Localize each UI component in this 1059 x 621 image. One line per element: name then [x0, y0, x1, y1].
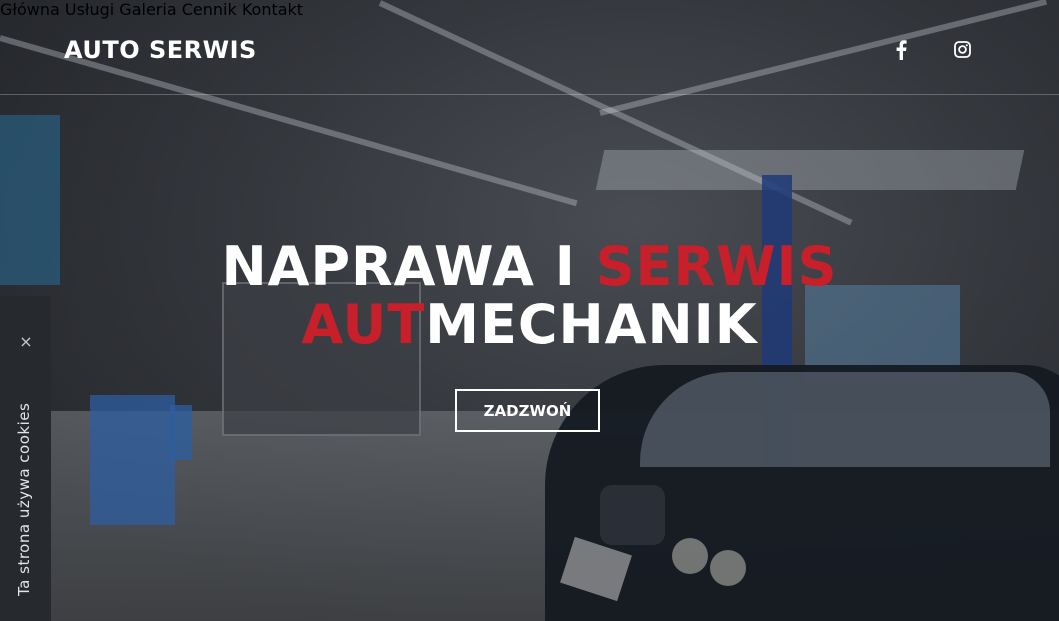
close-icon[interactable]: × [18, 334, 34, 350]
nav-item-galeria[interactable]: Galeria [119, 0, 176, 19]
call-button[interactable]: ZADZWOŃ [455, 389, 600, 432]
lift-top [595, 150, 1025, 190]
car-grille [600, 485, 665, 545]
car-headlight [710, 550, 746, 586]
car-windshield [640, 372, 1050, 467]
balancer-machine [170, 405, 192, 460]
instagram-icon[interactable] [954, 41, 974, 61]
nav-item-uslugi[interactable]: Usługi [65, 0, 114, 19]
hero-title-line1: NAPRAWA I SERWIS [0, 240, 1059, 294]
nav-item-kontakt[interactable]: Kontakt [242, 0, 303, 19]
facebook-icon[interactable] [894, 40, 914, 60]
hero-title-accent: SERWIS [595, 235, 838, 298]
site-logo[interactable]: AUTO SERWIS [64, 36, 257, 64]
hero-title-white: NAPRAWA I [221, 235, 596, 298]
nav-item-glowna[interactable]: Główna [0, 0, 60, 19]
hero-title-line2: AUTMECHANIK [0, 298, 1059, 352]
hero-title-accent: AUT [301, 293, 426, 356]
nav-item-cennik[interactable]: Cennik [182, 0, 237, 19]
car-headlight [672, 538, 708, 574]
cookie-message: Ta strona używa cookies [15, 402, 33, 596]
hero-title-white: MECHANIK [425, 293, 758, 356]
main-nav: Główna Usługi Galeria Cennik Kontakt [0, 0, 1059, 19]
tire-machine [90, 395, 175, 525]
site-header: AUTO SERWIS Główna Usługi Galeria Cennik… [0, 0, 1059, 95]
